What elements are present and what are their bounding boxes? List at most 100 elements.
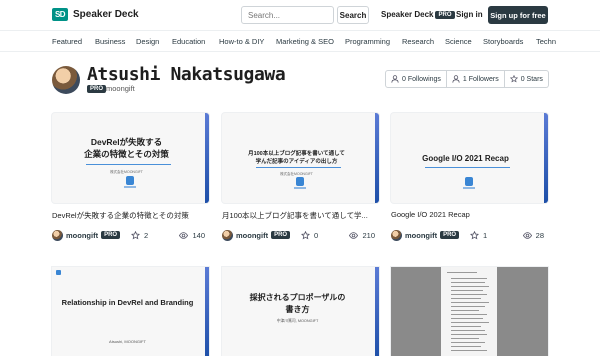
- deck-thumbnail[interactable]: 採択されるプロポーザルの 書き方 中津川篤司, MOONGIFT: [222, 267, 379, 356]
- deck-thumbnail[interactable]: DevRelが失敗する 企業の特徴とその対策 株式会社MOONGIFT: [52, 113, 209, 203]
- profile-pro-badge: PRO: [87, 85, 107, 93]
- deck-stars: 2: [131, 230, 149, 240]
- deck-title[interactable]: 月100本以上ブログ記事を書いて通して学...: [222, 210, 379, 221]
- pro-badge: PRO: [440, 231, 460, 239]
- deck-thumbnail[interactable]: [391, 267, 548, 356]
- logo-text: Speaker Deck: [73, 9, 139, 20]
- moongift-logo: [465, 177, 473, 186]
- category-research[interactable]: Research: [402, 37, 434, 46]
- search-button[interactable]: Search: [337, 6, 369, 24]
- stars-button[interactable]: 0 Stars: [504, 70, 549, 88]
- deck-meta: moongift PRO 2 140: [52, 229, 209, 241]
- star-icon: [470, 230, 479, 239]
- user-icon: [391, 75, 399, 83]
- followers-count: 1 Followers: [462, 75, 499, 83]
- stars-count: 0 Stars: [520, 75, 543, 83]
- deck-stars: 0: [301, 230, 319, 240]
- eye-icon: [179, 231, 189, 239]
- stars-value: 2: [144, 230, 149, 240]
- pro-badge: PRO: [101, 231, 121, 239]
- thumb-rule: [256, 167, 341, 168]
- thumb-accent: [205, 267, 209, 356]
- sign-up-button[interactable]: Sign up for free: [488, 6, 548, 24]
- category-education[interactable]: Education: [172, 37, 205, 46]
- author-avatar[interactable]: [222, 229, 233, 241]
- moongift-logo: [296, 177, 304, 186]
- thumb-accent: [375, 113, 379, 203]
- thumb-title-line1: 月100本以上ブログ記事を書いて通して: [248, 151, 345, 157]
- star-icon: [131, 230, 140, 239]
- deck-thumbnail[interactable]: 月100本以上ブログ記事を書いて通して 学んだ記事のアイディアの出し方 株式会社…: [222, 113, 379, 203]
- category-marketing-seo[interactable]: Marketing & SEO: [276, 37, 334, 46]
- deck-stars: 1: [470, 230, 488, 240]
- thumb-accent: [205, 113, 209, 203]
- deck-meta: moongift PRO 0 210: [222, 229, 379, 241]
- thumb-subtitle: Atsushi, MOONGIFT: [109, 339, 146, 344]
- profile-username: moongift: [106, 84, 135, 93]
- thumb-accent: [375, 267, 379, 356]
- author-avatar[interactable]: [52, 229, 63, 241]
- stars-value: 1: [483, 230, 488, 240]
- deck-meta: moongift PRO 1 28: [391, 229, 548, 241]
- profile-avatar: [52, 66, 80, 94]
- category-how-to-diy[interactable]: How-to & DIY: [219, 37, 264, 46]
- deck-title[interactable]: Google I/O 2021 Recap: [391, 210, 548, 221]
- author-name[interactable]: moongift: [66, 231, 98, 240]
- thumb-rule: [425, 167, 510, 168]
- category-science[interactable]: Science: [445, 37, 472, 46]
- deck-card[interactable]: 月100本以上ブログ記事を書いて通して 学んだ記事のアイディアの出し方 株式会社…: [222, 113, 379, 241]
- thumb-accent: [544, 113, 548, 203]
- moongift-logo-text: [463, 187, 475, 189]
- logo-icon: SD: [52, 8, 68, 21]
- moongift-logo: [56, 270, 61, 275]
- eye-icon: [522, 231, 532, 239]
- deck-card[interactable]: Google I/O 2021 Recap Google I/O 2021 Re…: [391, 113, 548, 241]
- thumb-subtitle: 中津川篤司, MOONGIFT: [276, 319, 319, 323]
- document-scan: [441, 267, 497, 356]
- author-name[interactable]: moongift: [405, 231, 437, 240]
- category-technology[interactable]: Techn: [536, 37, 556, 46]
- followings-button[interactable]: 0 Followings: [385, 70, 447, 88]
- category-storyboards[interactable]: Storyboards: [483, 37, 523, 46]
- followings-count: 0 Followings: [402, 75, 441, 83]
- category-design[interactable]: Design: [136, 37, 159, 46]
- author-avatar[interactable]: [391, 229, 402, 241]
- profile-name: Atsushi Nakatsugawa: [87, 64, 286, 85]
- thumb-subtitle: 株式会社MOONGIFT: [110, 170, 143, 174]
- deck-views: 210: [349, 231, 375, 240]
- pro-badge: PRO: [435, 10, 455, 19]
- thumb-title-line2: 学んだ記事のアイディアの出し方: [255, 159, 338, 165]
- thumb-title: Relationship in DevRel and Branding: [61, 298, 194, 307]
- thumb-title-line1: DevRelが失敗する: [90, 137, 163, 147]
- views-value: 140: [192, 230, 205, 240]
- category-featured[interactable]: Featured: [52, 37, 82, 46]
- thumb-title-line1: 採択されるプロポーザルの: [249, 293, 346, 302]
- thumb-title-line1: Google I/O 2021 Recap: [422, 154, 509, 163]
- search-input[interactable]: [241, 6, 334, 24]
- deck-card[interactable]: DevRelが失敗する 企業の特徴とその対策 株式会社MOONGIFT DevR…: [52, 113, 209, 241]
- category-business[interactable]: Business: [95, 37, 125, 46]
- pro-badge: PRO: [271, 231, 291, 239]
- deck-views: 140: [179, 231, 205, 240]
- moongift-logo-text: [294, 187, 306, 189]
- speakerdeck-logo[interactable]: SD Speaker Deck: [52, 8, 139, 21]
- sign-in-link[interactable]: Sign in: [456, 10, 483, 19]
- deck-thumbnail[interactable]: Relationship in DevRel and Branding Atsu…: [52, 267, 209, 356]
- moongift-logo: [126, 176, 134, 185]
- top-navigation: SD Speaker Deck Search Speaker Deck PRO …: [0, 0, 600, 30]
- author-name[interactable]: moongift: [236, 231, 268, 240]
- deck-title[interactable]: DevRelが失敗する企業の特徴とその対策: [52, 210, 209, 221]
- eye-icon: [349, 231, 359, 239]
- thumb-rule: [86, 164, 171, 165]
- views-value: 210: [362, 230, 375, 240]
- category-nav: Featured Business Design Education How-t…: [0, 30, 600, 52]
- followers-button[interactable]: 1 Followers: [446, 70, 505, 88]
- moongift-logo-text: [124, 186, 136, 188]
- stars-value: 0: [314, 230, 319, 240]
- speakerdeck-pro-label: Speaker Deck: [381, 10, 434, 19]
- category-programming[interactable]: Programming: [345, 37, 390, 46]
- speakerdeck-pro-link[interactable]: Speaker Deck PRO: [381, 10, 455, 19]
- deck-thumbnail[interactable]: Google I/O 2021 Recap: [391, 113, 548, 203]
- star-icon: [509, 75, 518, 83]
- profile-stats: 0 Followings 1 Followers 0 Stars: [385, 70, 549, 88]
